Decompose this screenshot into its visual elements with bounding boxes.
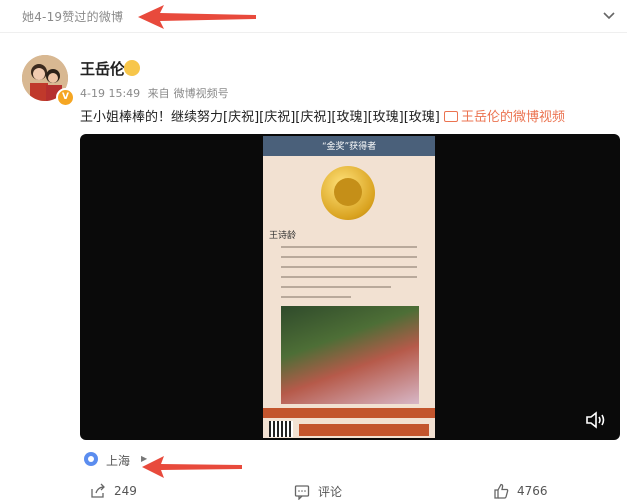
share-button[interactable]: 249: [90, 483, 137, 499]
verified-badge-icon: V: [56, 88, 75, 107]
poster-title: “金奖”获得者: [321, 142, 377, 152]
video-link-icon: [444, 111, 459, 122]
liked-by-header: 她4-19赞过的微博: [22, 10, 124, 24]
poster-caption-bar: [263, 408, 435, 418]
chevron-down-icon[interactable]: [602, 8, 616, 22]
location-label[interactable]: 上海: [106, 452, 130, 469]
thumbs-up-icon: [494, 483, 509, 499]
emoji-badge-icon: [124, 60, 140, 76]
poster-text-line: [281, 246, 417, 248]
post-body: 王小姐棒棒的！继续努力[庆祝][庆祝][庆祝][玫瑰][玫瑰][玫瑰]: [80, 110, 440, 125]
poster-name: 王诗龄: [269, 231, 297, 241]
post-source[interactable]: 微博视频号: [174, 87, 229, 100]
poster-footer-bar: [299, 424, 429, 436]
share-count: 249: [114, 484, 137, 498]
video-link[interactable]: 王岳伦的微博视频: [444, 110, 565, 125]
comment-icon: [294, 484, 310, 500]
qr-code-icon: [269, 421, 293, 437]
poster-text-line: [281, 266, 417, 268]
poster-text-line: [281, 286, 391, 288]
comment-button[interactable]: 评论: [294, 483, 342, 500]
video-poster: “金奖”获得者 王诗龄: [263, 136, 435, 438]
divider: [0, 32, 627, 33]
speaker-icon[interactable]: [585, 410, 607, 430]
poster-text-line: [281, 276, 417, 278]
like-button[interactable]: 4766: [493, 483, 548, 499]
comment-label: 评论: [318, 485, 343, 499]
red-arrow-annotation: [142, 456, 242, 478]
like-count: 4766: [517, 484, 548, 498]
red-arrow-annotation: [138, 5, 256, 29]
post-date[interactable]: 4-19 15:49: [80, 87, 140, 100]
source-prefix: 来自: [147, 87, 170, 100]
video-link-label: 王岳伦的微博视频: [461, 110, 566, 125]
poster-text-line: [281, 296, 351, 298]
poster-text-line: [281, 256, 417, 258]
location-pin-icon: [84, 452, 98, 466]
post-meta: 4-19 15:49 来自 微博视频号: [80, 85, 233, 101]
video-player[interactable]: “金奖”获得者 王诗龄: [80, 134, 620, 440]
painting-image: [281, 306, 419, 404]
username[interactable]: 王岳伦: [80, 58, 125, 79]
post-text: 王小姐棒棒的！继续努力[庆祝][庆祝][庆祝][玫瑰][玫瑰][玫瑰] 王岳伦的…: [80, 106, 565, 125]
share-icon: [91, 483, 105, 498]
gold-medal-icon: [321, 166, 375, 220]
